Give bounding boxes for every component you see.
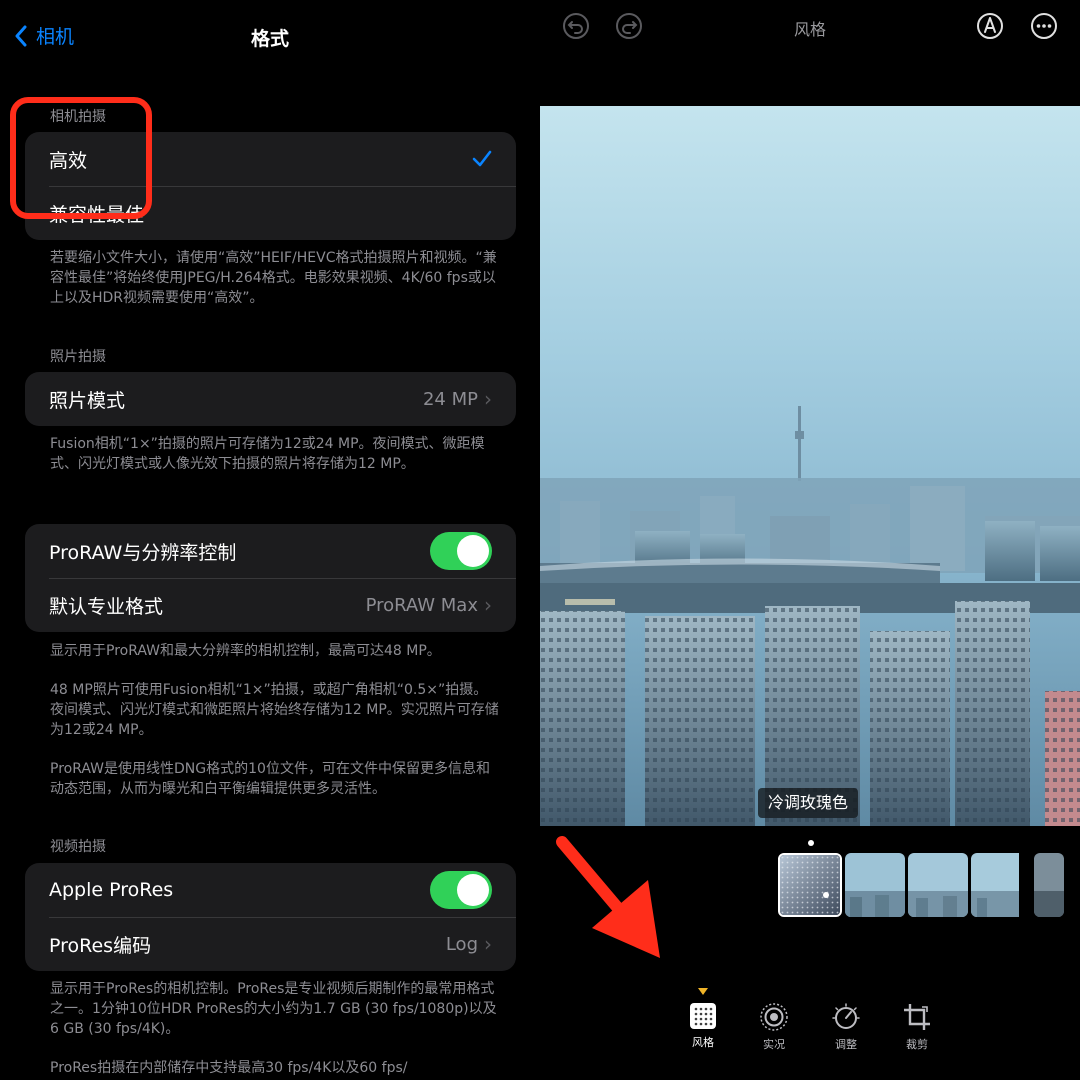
camera-capture-footer: 若要缩小文件大小，请使用“高效”HEIF/HEVC格式拍摄照片和视频。“兼容性最…: [50, 250, 497, 306]
option-label: 高效: [49, 149, 88, 172]
prores-encoding-value: Log: [445, 933, 478, 955]
toggle-knob: [457, 535, 489, 567]
default-format-value: ProRAW Max: [365, 594, 478, 616]
photo-mode-row[interactable]: 照片模式 24 MP ›: [25, 372, 516, 426]
chevron-right-icon: ›: [484, 387, 492, 411]
photo-editor-panel: 风格 冷调玫瑰色 风格 实况 调整 裁剪: [540, 0, 1080, 1080]
prores-toggle-label: Apple ProRes: [49, 879, 174, 901]
photo-mode-group: 照片模式 24 MP ›: [25, 372, 516, 426]
settings-panel: 相机 格式 相机拍摄 高效 兼容性最佳 若要缩小文件大小，请使用“高效”HEIF…: [0, 0, 540, 1080]
proraw-footer-3: ProRAW是使用线性DNG格式的10位文件，可在文件中保留更多信息和动态范围，…: [50, 761, 490, 797]
option-label: 兼容性最佳: [49, 203, 145, 226]
video-footer-2: ProRes拍摄在内部储存中支持最高30 fps/4K以及60 fps/: [50, 1060, 408, 1076]
format-options-group: 高效 兼容性最佳: [25, 132, 516, 240]
chevron-right-icon: ›: [484, 932, 492, 956]
prores-encoding-row[interactable]: ProRes编码 Log ›: [25, 917, 516, 971]
proraw-toggle[interactable]: [430, 532, 492, 570]
default-format-row[interactable]: 默认专业格式 ProRAW Max ›: [25, 578, 516, 632]
option-most-compatible[interactable]: 兼容性最佳: [25, 186, 516, 240]
photo-mode-label: 照片模式: [49, 389, 126, 412]
chevron-right-icon: ›: [484, 593, 492, 617]
page-title: 格式: [250, 28, 289, 50]
default-format-label: 默认专业格式: [49, 595, 164, 618]
video-footer-1: 显示用于ProRes的相机控制。ProRes是专业视频后期制作的最常用格式之一。…: [50, 981, 497, 1037]
toggle-knob: [457, 874, 489, 906]
proraw-footer-2: 48 MP照片可使用Fusion相机“1×”拍摄，或超广角相机“0.5×”拍摄。…: [50, 682, 499, 738]
prores-toggle-row: Apple ProRes: [25, 863, 516, 917]
photo-mode-value: 24 MP: [422, 388, 478, 410]
proraw-footer-1: 显示用于ProRAW和最大分辨率的相机控制，最高可达48 MP。: [50, 643, 441, 659]
proraw-toggle-label: ProRAW与分辨率控制: [49, 541, 237, 564]
checkmark-icon: [472, 150, 492, 167]
video-group: Apple ProRes ProRes编码 Log ›: [25, 863, 516, 971]
prores-toggle[interactable]: [430, 871, 492, 909]
option-high-efficiency[interactable]: 高效: [25, 132, 516, 186]
proraw-group: ProRAW与分辨率控制 默认专业格式 ProRAW Max ›: [25, 524, 516, 632]
section-header-camera-capture: 相机拍摄: [50, 109, 106, 125]
photo-capture-footer: Fusion相机“1×”拍摄的照片可存储为12或24 MP。夜间模式、微距模式、…: [50, 436, 485, 472]
section-header-photo-capture: 照片拍摄: [50, 349, 106, 365]
annotation-arrow-icon: [556, 836, 660, 958]
prores-encoding-label: ProRes编码: [49, 934, 152, 957]
section-header-video-capture: 视频拍摄: [50, 839, 106, 855]
proraw-toggle-row: ProRAW与分辨率控制: [25, 524, 516, 578]
